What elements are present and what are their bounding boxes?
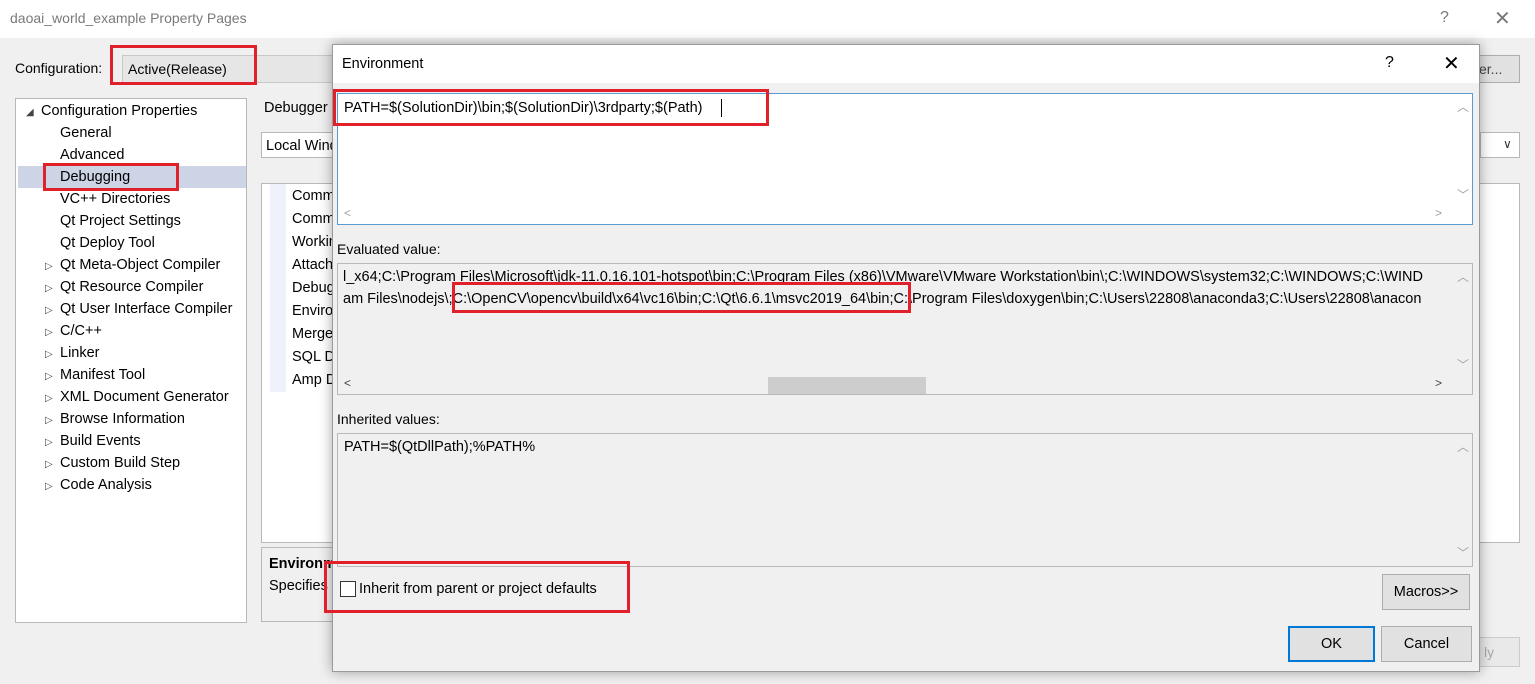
window-title: daoai_world_example Property Pages (10, 10, 247, 26)
tree-item-qt-ui-compiler[interactable]: Qt User Interface Compiler (60, 301, 232, 317)
collapsed-arrow-icon[interactable]: ▷ (45, 283, 53, 294)
collapsed-arrow-icon[interactable]: ▷ (45, 327, 53, 338)
scroll-up-icon[interactable]: ︿ (1457, 98, 1469, 115)
property-grid-values[interactable] (1475, 183, 1520, 543)
debugger-select[interactable]: Local Windows Debugger (261, 132, 341, 158)
collapsed-arrow-icon[interactable]: ▷ (45, 305, 53, 316)
scroll-left-icon[interactable]: < (344, 376, 351, 390)
tree-item-browse-information[interactable]: Browse Information (60, 411, 185, 427)
property-tree[interactable]: ◢ Configuration Properties General Advan… (15, 98, 247, 623)
tree-item-build-events[interactable]: Build Events (60, 433, 141, 449)
description-panel: Environment Specifies (261, 547, 341, 622)
text-caret (721, 99, 722, 117)
scroll-left-icon[interactable]: < (344, 206, 351, 220)
scroll-up-icon[interactable]: ︿ (1457, 438, 1469, 455)
macros-button[interactable]: Macros>> (1382, 574, 1470, 610)
scroll-down-icon[interactable]: ﹀ (1457, 544, 1469, 561)
tree-item-general[interactable]: General (60, 125, 112, 141)
property-grid[interactable]: Command Command Arguments Working Direct… (261, 183, 342, 543)
expanded-arrow-icon[interactable]: ◢ (26, 107, 34, 118)
inherited-value-text: PATH=$(QtDllPath);%PATH% (344, 439, 536, 455)
chevron-down-icon: ∨ (1503, 137, 1512, 151)
tree-item-qt-resource-compiler[interactable]: Qt Resource Compiler (60, 279, 203, 295)
scroll-right-icon[interactable]: > (1435, 376, 1442, 390)
apply-button[interactable]: ly (1475, 637, 1520, 667)
description-text: Specifies (269, 578, 328, 594)
tree-item-configuration-properties[interactable]: Configuration Properties (41, 103, 197, 119)
inherited-values-label: Inherited values: (337, 411, 440, 427)
inherited-values-box: PATH=$(QtDllPath);%PATH% ︿ ﹀ (337, 433, 1473, 567)
scroll-down-icon[interactable]: ﹀ (1457, 356, 1469, 373)
tree-item-vc-directories[interactable]: VC++ Directories (60, 191, 170, 207)
environment-edit-field[interactable]: PATH=$(SolutionDir)\bin;$(SolutionDir)\3… (337, 93, 1473, 225)
collapsed-arrow-icon[interactable]: ▷ (45, 261, 53, 272)
evaluated-line: am Files\nodejs\;C:\OpenCV\opencv\build\… (343, 291, 1422, 307)
tree-item-qt-project-settings[interactable]: Qt Project Settings (60, 213, 181, 229)
evaluated-value-label: Evaluated value: (337, 241, 441, 257)
grid-gutter (270, 184, 286, 392)
tree-item-debugging[interactable]: Debugging (60, 169, 130, 185)
close-icon[interactable]: ✕ (1443, 51, 1460, 76)
collapsed-arrow-icon[interactable]: ▷ (45, 481, 53, 492)
scrollbar-thumb[interactable] (768, 377, 926, 394)
debugger-label: Debugger (264, 100, 328, 116)
tree-item-code-analysis[interactable]: Code Analysis (60, 477, 152, 493)
collapsed-arrow-icon[interactable]: ▷ (45, 437, 53, 448)
cancel-button[interactable]: Cancel (1381, 626, 1472, 662)
collapsed-arrow-icon[interactable]: ▷ (45, 415, 53, 426)
scroll-right-icon[interactable]: > (1435, 206, 1442, 220)
close-icon[interactable]: ✕ (1494, 6, 1511, 31)
collapsed-arrow-icon[interactable]: ▷ (45, 349, 53, 360)
ok-button[interactable]: OK (1288, 626, 1375, 662)
tree-item-advanced[interactable]: Advanced (60, 147, 125, 163)
debugger-dropdown[interactable]: ∨ (1480, 132, 1520, 158)
collapsed-arrow-icon[interactable]: ▷ (45, 459, 53, 470)
environment-dialog: Environment ? ✕ PATH=$(SolutionDir)\bin;… (332, 44, 1480, 672)
tree-selection-highlight (18, 166, 246, 188)
environment-edit-text[interactable]: PATH=$(SolutionDir)\bin;$(SolutionDir)\3… (344, 100, 702, 116)
help-icon[interactable]: ? (1440, 9, 1449, 27)
inherit-checkbox-label[interactable]: Inherit from parent or project defaults (359, 581, 597, 597)
configuration-combo[interactable]: Active(Release) (122, 55, 334, 83)
tree-item-qt-deploy-tool[interactable]: Qt Deploy Tool (60, 235, 155, 251)
tree-item-manifest-tool[interactable]: Manifest Tool (60, 367, 145, 383)
collapsed-arrow-icon[interactable]: ▷ (45, 393, 53, 404)
tree-item-linker[interactable]: Linker (60, 345, 100, 361)
dialog-title: Environment (342, 56, 424, 72)
tree-item-c-cpp[interactable]: C/C++ (60, 323, 102, 339)
scroll-up-icon[interactable]: ︿ (1457, 268, 1469, 285)
inherit-checkbox[interactable] (340, 581, 356, 597)
evaluated-value-box: l_x64;C:\Program Files\Microsoft\jdk-11.… (337, 263, 1473, 395)
scroll-down-icon[interactable]: ﹀ (1457, 186, 1469, 203)
tree-item-xml-document-generator[interactable]: XML Document Generator (60, 389, 229, 405)
evaluated-line: l_x64;C:\Program Files\Microsoft\jdk-11.… (343, 269, 1423, 285)
configuration-label: Configuration: (15, 60, 103, 76)
help-icon[interactable]: ? (1385, 54, 1394, 72)
collapsed-arrow-icon[interactable]: ▷ (45, 371, 53, 382)
dialog-titlebar (333, 45, 1479, 83)
tree-item-qt-meta-object-compiler[interactable]: Qt Meta-Object Compiler (60, 257, 220, 273)
tree-item-custom-build-step[interactable]: Custom Build Step (60, 455, 180, 471)
description-title: Environment (269, 556, 339, 572)
